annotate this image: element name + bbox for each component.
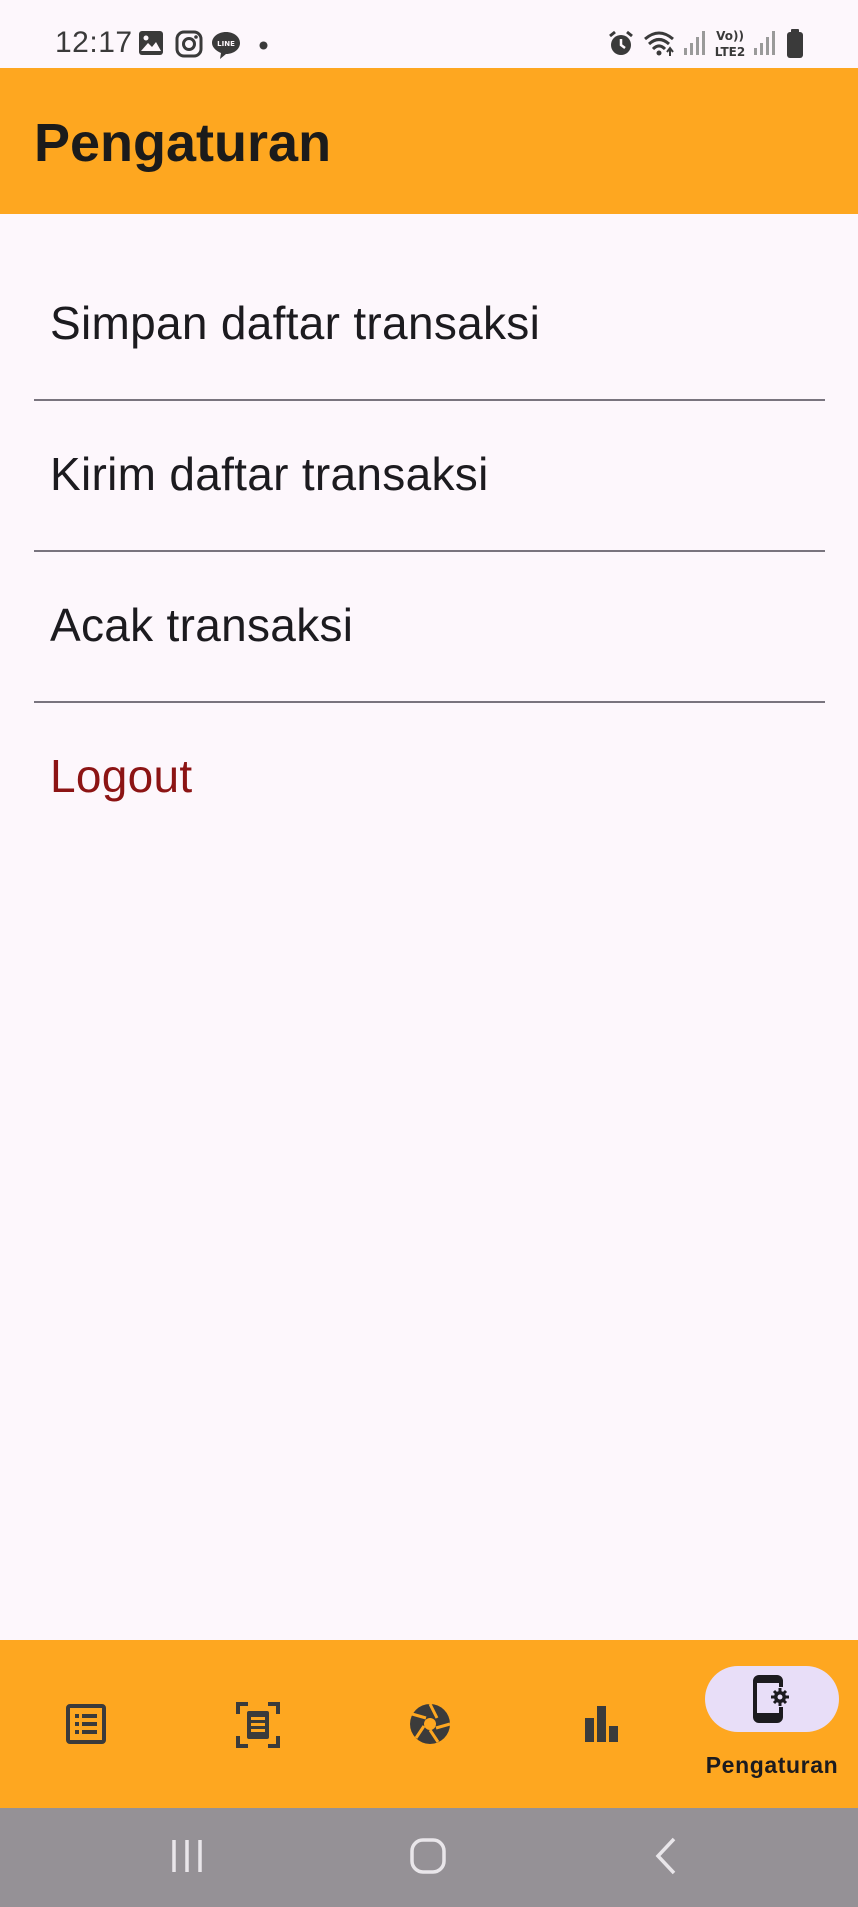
scan-document-icon — [236, 1702, 280, 1748]
settings-item-label: Acak transaksi — [50, 599, 354, 651]
nav-item-statistics[interactable] — [516, 1640, 688, 1808]
nav-active-indicator — [705, 1666, 839, 1732]
camera-shutter-icon — [410, 1703, 451, 1744]
wifi-icon — [644, 31, 674, 56]
phone-settings-icon — [753, 1675, 790, 1723]
volte-icon: Vo)) LTE2 — [715, 29, 745, 59]
send-transactions-item[interactable]: Kirim daftar transaksi — [34, 401, 825, 552]
signal-icon — [684, 31, 705, 55]
save-transactions-item[interactable]: Simpan daftar transaksi — [34, 250, 825, 401]
gallery-icon — [139, 31, 163, 55]
settings-item-label: Kirim daftar transaksi — [50, 448, 489, 500]
nav-item-camera[interactable] — [344, 1640, 516, 1808]
svg-text:LINE: LINE — [217, 40, 235, 48]
bottom-navigation: Pengaturan — [0, 1640, 858, 1808]
nav-label-settings: Pengaturan — [705, 1752, 839, 1778]
signal-icon — [754, 31, 775, 55]
bar-chart-icon — [585, 1706, 618, 1742]
battery-icon — [787, 29, 803, 58]
settings-item-label: Simpan daftar transaksi — [50, 297, 541, 349]
home-button[interactable] — [409, 1836, 447, 1876]
svg-text:LTE2: LTE2 — [715, 45, 745, 59]
svg-text:Vo)): Vo)) — [716, 29, 744, 43]
dot-icon — [259, 41, 268, 50]
status-bar: 12:17 LINE Vo)) LTE2 — [0, 0, 858, 68]
app-bar: Pengaturan — [0, 68, 858, 214]
logout-label: Logout — [50, 750, 193, 802]
recents-button[interactable] — [170, 1836, 204, 1876]
status-time: 12:17 — [55, 26, 133, 59]
shuffle-transactions-item[interactable]: Acak transaksi — [34, 552, 825, 703]
system-navigation-bar — [0, 1808, 858, 1907]
nav-item-transactions[interactable] — [0, 1640, 172, 1808]
instagram-icon — [175, 30, 203, 58]
line-icon: LINE — [212, 32, 240, 59]
nav-item-scan[interactable] — [172, 1640, 344, 1808]
page-title: Pengaturan — [34, 113, 332, 173]
settings-list: Simpan daftar transaksi Kirim daftar tra… — [34, 250, 825, 854]
nav-item-settings[interactable]: Pengaturan — [686, 1640, 858, 1808]
back-button[interactable] — [652, 1836, 680, 1876]
alarm-icon — [609, 30, 633, 55]
logout-item[interactable]: Logout — [34, 703, 825, 854]
list-icon — [66, 1704, 106, 1744]
